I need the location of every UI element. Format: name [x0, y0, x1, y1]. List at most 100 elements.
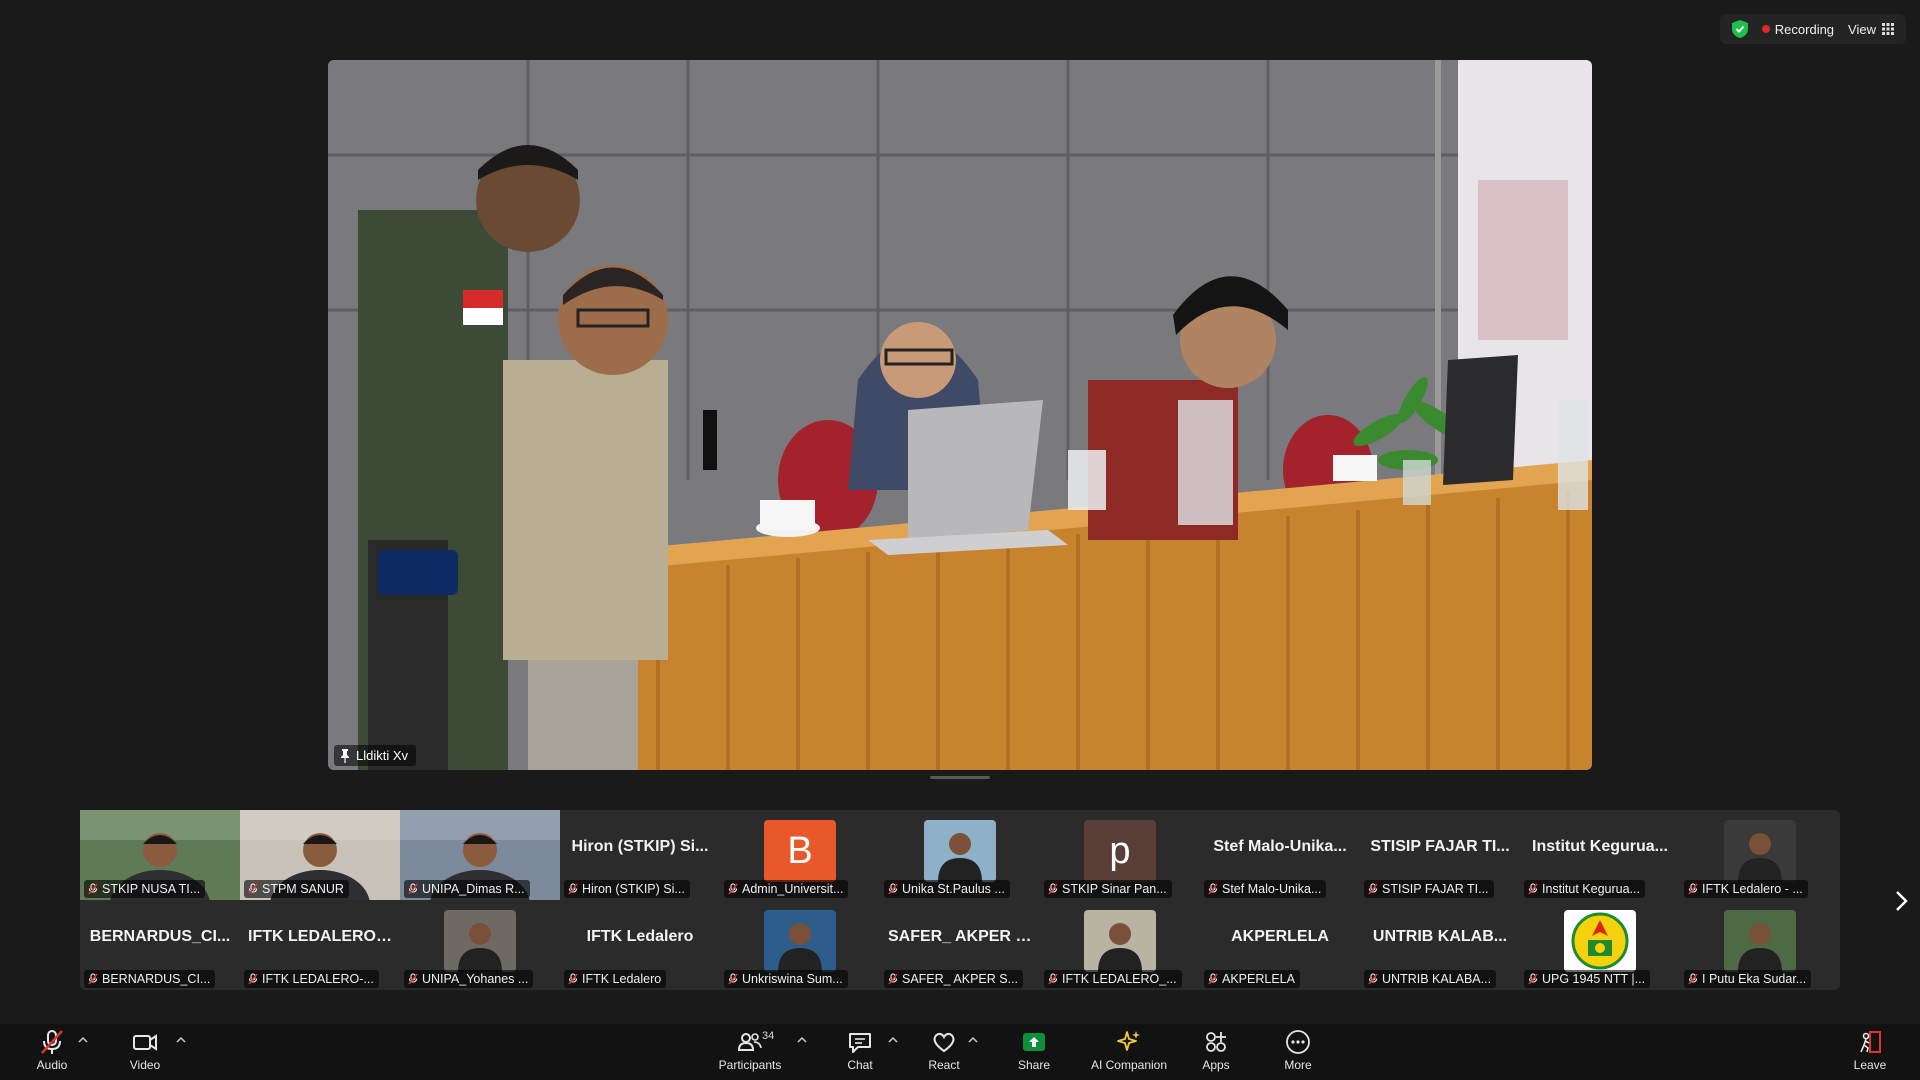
- view-button[interactable]: View: [1848, 22, 1894, 37]
- chat-options-caret-icon[interactable]: [888, 1036, 898, 1044]
- leave-label: Leave: [1853, 1058, 1887, 1072]
- participant-tile[interactable]: UNIPA_Yohanes ...: [400, 900, 560, 990]
- participant-name-tag: STKIP NUSA TI...: [84, 880, 206, 898]
- gallery-resize-handle[interactable]: [930, 776, 990, 779]
- muted-mic-icon: [1208, 883, 1218, 895]
- participant-name: IFTK Ledalero: [582, 972, 662, 986]
- participant-tile[interactable]: AKPERLELA AKPERLELA: [1200, 900, 1360, 990]
- participant-name-tag: Admin_Universit...: [724, 880, 849, 898]
- ai-sparkle-icon: [1117, 1031, 1140, 1051]
- audio-label: Audio: [36, 1058, 68, 1072]
- participant-tile[interactable]: Unkriswina Sum...: [720, 900, 880, 990]
- participant-name-tag: Hiron (STKIP) Si...: [564, 880, 690, 898]
- video-button[interactable]: Video: [105, 1028, 185, 1072]
- participant-display-name: Institut Kegurua...: [1532, 838, 1668, 855]
- participant-tile[interactable]: UNTRIB KALAB... UNTRIB KALABA...: [1360, 900, 1520, 990]
- muted-mic-icon: [248, 883, 258, 895]
- apps-icon: [1206, 1032, 1226, 1052]
- active-speaker-video[interactable]: Lldikti Xv: [328, 60, 1592, 770]
- participant-name-tag: STPM SANUR: [244, 880, 349, 898]
- panel-discussion-scene: [328, 60, 1592, 770]
- participant-tile[interactable]: STKIP NUSA TI...: [80, 810, 240, 900]
- more-button[interactable]: More: [1258, 1028, 1338, 1072]
- participant-tile[interactable]: Stef Malo-Unika... Stef Malo-Unika...: [1200, 810, 1360, 900]
- ai-companion-button[interactable]: AI Companion: [1090, 1028, 1168, 1072]
- participant-avatar: [764, 910, 836, 972]
- participant-tile[interactable]: B Admin_Universit...: [720, 810, 880, 900]
- security-shield-icon[interactable]: [1731, 20, 1748, 38]
- muted-mic-icon: [728, 883, 738, 895]
- muted-mic-icon: [1368, 883, 1378, 895]
- muted-mic-icon: [1048, 973, 1058, 985]
- muted-mic-icon: [568, 973, 578, 985]
- muted-mic-icon: [1528, 973, 1538, 985]
- participant-name: IFTK LEDALERO_...: [1062, 972, 1177, 986]
- muted-mic-icon: [408, 883, 418, 895]
- ai-companion-label: AI Companion: [1090, 1058, 1168, 1072]
- participant-tile[interactable]: UPG 1945 NTT |...: [1520, 900, 1680, 990]
- audio-button[interactable]: Audio: [12, 1028, 92, 1072]
- participant-name: AKPERLELA: [1222, 972, 1295, 986]
- participant-display-name: STISIP FAJAR TI...: [1370, 838, 1510, 855]
- audio-options-caret-icon[interactable]: [78, 1036, 88, 1044]
- leave-button[interactable]: Leave: [1830, 1028, 1910, 1072]
- muted-mic-icon: [408, 973, 418, 985]
- muted-mic-icon: [1208, 973, 1218, 985]
- speaker-name-tag: Lldikti Xv: [334, 745, 417, 766]
- participant-name: UNTRIB KALABA...: [1382, 972, 1492, 986]
- participants-options-caret-icon[interactable]: [797, 1036, 807, 1044]
- participant-name: STISIP FAJAR TI...: [1382, 882, 1489, 896]
- recording-indicator[interactable]: Recording: [1761, 22, 1834, 37]
- participant-tile[interactable]: IFTK LEDALERO_...: [1040, 900, 1200, 990]
- participant-name-tag: UNIPA_Dimas R...: [404, 880, 530, 898]
- share-screen-button[interactable]: Share: [994, 1028, 1074, 1072]
- participant-display-name: AKPERLELA: [1231, 928, 1329, 945]
- participant-name: Unika St.Paulus ...: [902, 882, 1005, 896]
- heart-react-icon: [933, 1032, 955, 1053]
- participant-tile[interactable]: I Putu Eka Sudar...: [1680, 900, 1840, 990]
- participant-name: SAFER_ AKPER S...: [902, 972, 1019, 986]
- participant-gallery: STKIP NUSA TI... STPM SANUR UNIPA_Dimas R.…: [80, 810, 1840, 990]
- chat-button[interactable]: Chat: [820, 1028, 900, 1072]
- participant-tile[interactable]: UNIPA_Dimas R...: [400, 810, 560, 900]
- participant-name: BERNARDUS_CI...: [102, 972, 211, 986]
- participant-tile[interactable]: STPM SANUR: [240, 810, 400, 900]
- participant-name: Unkriswina Sum...: [742, 972, 843, 986]
- muted-mic-icon: [728, 973, 738, 985]
- muted-mic-icon: [888, 973, 898, 985]
- participant-avatar: p: [1084, 820, 1156, 882]
- participant-tile[interactable]: p STKIP Sinar Pan...: [1040, 810, 1200, 900]
- gallery-next-arrow-icon[interactable]: [1892, 888, 1910, 914]
- participant-name-tag: AKPERLELA: [1204, 970, 1300, 988]
- react-options-caret-icon[interactable]: [968, 1036, 978, 1044]
- more-dots-icon: [1286, 1030, 1310, 1054]
- apps-button[interactable]: Apps: [1176, 1028, 1256, 1072]
- speaker-name: Lldikti Xv: [356, 748, 409, 763]
- participant-tile[interactable]: Unika St.Paulus ...: [880, 810, 1040, 900]
- participant-name-tag: Stef Malo-Unika...: [1204, 880, 1327, 898]
- participant-display-name: UNTRIB KALAB...: [1372, 928, 1508, 945]
- react-button[interactable]: React: [904, 1028, 984, 1072]
- participant-name-tag: I Putu Eka Sudar...: [1684, 970, 1812, 988]
- participant-name: Hiron (STKIP) Si...: [582, 882, 685, 896]
- participant-tile[interactable]: Institut Kegurua... Institut Kegurua...: [1520, 810, 1680, 900]
- participant-tile[interactable]: SAFER_ AKPER S... SAFER_ AKPER S...: [880, 900, 1040, 990]
- video-camera-icon: [133, 1034, 157, 1051]
- participants-icon: [737, 1033, 762, 1051]
- participant-tile[interactable]: Hiron (STKIP) Si... Hiron (STKIP) Si...: [560, 810, 720, 900]
- participant-tile[interactable]: IFTK LEDALERO-... IFTK LEDALERO-...: [240, 900, 400, 990]
- pin-icon: [341, 748, 349, 763]
- participant-tile[interactable]: STISIP FAJAR TI... STISIP FAJAR TI...: [1360, 810, 1520, 900]
- participant-tile[interactable]: IFTK Ledalero - ...: [1680, 810, 1840, 900]
- participant-name-tag: IFTK LEDALERO_...: [1044, 970, 1182, 988]
- participant-tile[interactable]: IFTK Ledalero IFTK Ledalero: [560, 900, 720, 990]
- participant-name: UNIPA_Dimas R...: [422, 882, 525, 896]
- participant-name: IFTK LEDALERO-...: [262, 972, 374, 986]
- participants-label: Participants: [718, 1058, 782, 1072]
- participant-tile[interactable]: BERNARDUS_CI... BERNARDUS_CI...: [80, 900, 240, 990]
- muted-mic-icon: [1048, 883, 1058, 895]
- participants-button[interactable]: 34 Participants: [710, 1028, 790, 1072]
- participant-name: STKIP Sinar Pan...: [1062, 882, 1167, 896]
- react-label: React: [928, 1058, 960, 1072]
- video-options-caret-icon[interactable]: [176, 1036, 186, 1044]
